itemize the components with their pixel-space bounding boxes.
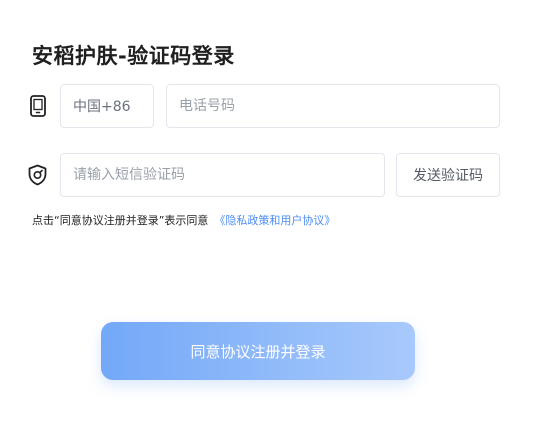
phone-number-input[interactable] xyxy=(167,85,499,127)
shield-check-icon xyxy=(28,164,47,186)
country-code-label: 中国+86 xyxy=(73,99,131,115)
page-title: 安稻护肤-验证码登录 xyxy=(32,44,235,68)
privacy-policy-link[interactable]: 《隐私政策和用户协议》 xyxy=(214,214,335,227)
agreement-text: 点击“同意协议注册并登录”表示同意 xyxy=(32,214,209,227)
agree-register-login-button[interactable]: 同意协议注册并登录 xyxy=(101,322,415,380)
sms-code-input[interactable] xyxy=(61,154,384,196)
agreement-notice: 点击“同意协议注册并登录”表示同意 《隐私政策和用户协议》 xyxy=(32,212,335,228)
send-code-button[interactable]: 发送验证码 xyxy=(396,153,500,197)
sms-code-field[interactable] xyxy=(60,153,385,197)
mobile-phone-icon xyxy=(30,95,46,117)
country-code-selector[interactable]: 中国+86 xyxy=(60,84,154,128)
phone-number-field[interactable] xyxy=(166,84,500,128)
